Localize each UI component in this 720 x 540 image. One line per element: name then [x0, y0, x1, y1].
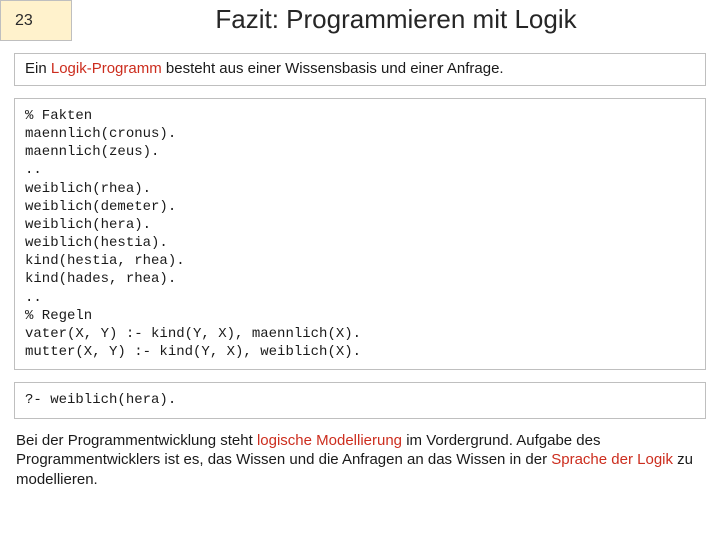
- page-number-box: 23: [0, 0, 72, 41]
- intro-pre: Ein: [25, 60, 51, 77]
- para-text-1: Bei der Programmentwicklung steht: [16, 432, 257, 449]
- query-box: ?- weiblich(hera).: [14, 382, 706, 418]
- intro-highlight: Logik-Programm: [51, 60, 162, 77]
- intro-box: Ein Logik-Programm besteht aus einer Wis…: [14, 53, 706, 86]
- header-row: 23 Fazit: Programmieren mit Logik: [0, 0, 720, 41]
- para-highlight-2: Sprache der Logik: [551, 451, 673, 468]
- intro-post: besteht aus einer Wissensbasis und einer…: [162, 60, 504, 77]
- page-number: 23: [15, 12, 33, 30]
- conclusion-paragraph: Bei der Programmentwicklung steht logisc…: [14, 431, 706, 490]
- slide: 23 Fazit: Programmieren mit Logik Ein Lo…: [0, 0, 720, 540]
- para-highlight-1: logische Modellierung: [257, 432, 402, 449]
- slide-title: Fazit: Programmieren mit Logik: [72, 0, 720, 41]
- code-box: % Fakten maennlich(cronus). maennlich(ze…: [14, 98, 706, 371]
